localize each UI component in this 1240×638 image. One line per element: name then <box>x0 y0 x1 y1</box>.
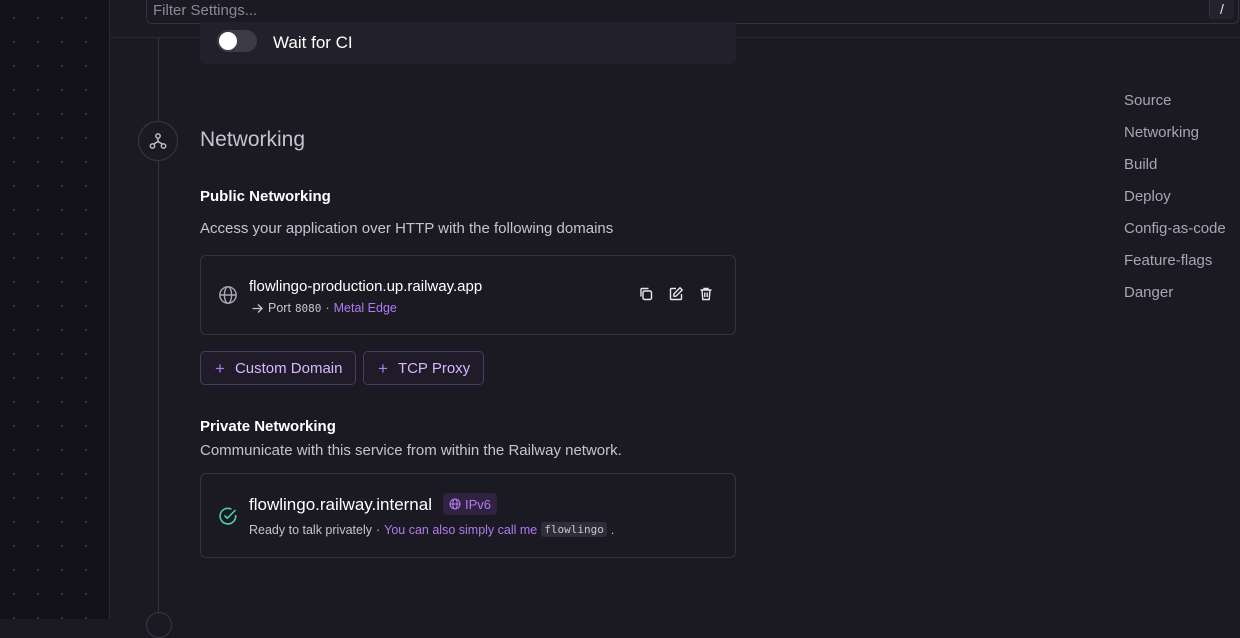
filter-settings-input[interactable] <box>153 0 1193 21</box>
meta-separator: · <box>325 301 330 315</box>
network-nodes-icon <box>149 133 167 149</box>
toc-item-networking[interactable]: Networking <box>1124 123 1226 155</box>
alias-hint: You can also simply call me <box>384 522 538 537</box>
meta-separator: · <box>375 522 381 537</box>
networking-title: Networking <box>200 128 306 151</box>
private-domain-card: flowlingo.railway.internal IPv6 Ready to… <box>200 473 736 558</box>
toc-item-source[interactable]: Source <box>1124 91 1226 123</box>
toc-item-build[interactable]: Build <box>1124 155 1226 187</box>
custom-domain-button[interactable]: + Custom Domain <box>200 351 357 385</box>
alias-period: . <box>610 522 615 537</box>
wait-for-ci-card: Wait for CI <box>200 22 736 64</box>
ipv6-label: IPv6 <box>465 496 492 512</box>
settings-section-nav: Source Networking Build Deploy Config-as… <box>1124 91 1226 315</box>
metal-edge-link[interactable]: Metal Edge <box>334 301 397 315</box>
private-networking-description: Communicate with this service from withi… <box>200 442 622 459</box>
toc-item-danger[interactable]: Danger <box>1124 283 1226 315</box>
shortcut-key-hint: / <box>1209 0 1234 19</box>
custom-domain-label: Custom Domain <box>234 359 343 377</box>
toggle-knob <box>219 32 237 50</box>
plus-icon: + <box>378 358 388 378</box>
alias-chip: flowlingo <box>541 522 607 537</box>
edit-icon[interactable] <box>668 286 686 304</box>
globe-icon <box>218 285 238 310</box>
public-networking-heading: Public Networking <box>200 188 331 205</box>
toc-item-deploy[interactable]: Deploy <box>1124 187 1226 219</box>
private-status-text: Ready to talk privately <box>249 522 372 537</box>
toc-item-feature-flags[interactable]: Feature-flags <box>1124 251 1226 283</box>
next-section-node <box>146 612 172 638</box>
plus-icon: + <box>215 358 225 378</box>
private-networking-heading: Private Networking <box>200 418 336 435</box>
filter-settings-field[interactable]: / <box>146 0 1239 24</box>
copy-icon[interactable] <box>638 286 656 304</box>
networking-section-node <box>138 121 178 161</box>
wait-for-ci-label: Wait for CI <box>273 33 353 52</box>
tcp-proxy-button[interactable]: + TCP Proxy <box>363 351 485 385</box>
port-number: 8080 <box>294 301 322 315</box>
tcp-proxy-label: TCP Proxy <box>397 359 471 377</box>
wait-for-ci-toggle[interactable] <box>217 30 257 52</box>
check-circle-icon <box>218 506 238 531</box>
ipv6-badge: IPv6 <box>443 493 498 515</box>
toc-item-config-as-code[interactable]: Config-as-code <box>1124 219 1226 251</box>
project-canvas-strip <box>0 0 110 619</box>
port-info: Port 8080 · Metal Edge <box>251 301 397 315</box>
public-domain-card: flowlingo-production.up.railway.app Port… <box>200 255 736 335</box>
public-networking-description: Access your application over HTTP with t… <box>200 220 614 237</box>
arrow-right-icon <box>252 303 263 313</box>
globe-icon <box>449 498 461 510</box>
private-status: Ready to talk privately · You can also s… <box>249 522 614 537</box>
trash-icon[interactable] <box>698 286 716 304</box>
port-label: Port <box>268 301 291 315</box>
public-domain-link[interactable]: flowlingo-production.up.railway.app <box>249 278 482 295</box>
private-hostname[interactable]: flowlingo.railway.internal <box>249 495 432 515</box>
